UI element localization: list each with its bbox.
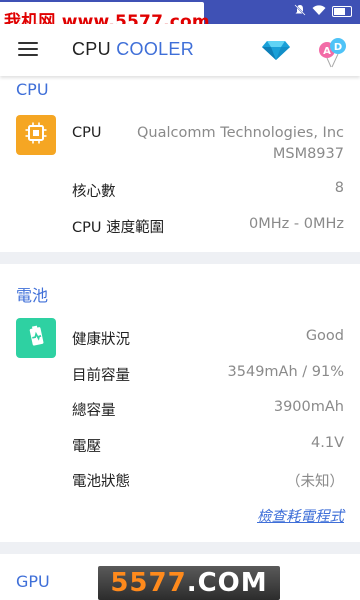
- cpu-vendor-value: Qualcomm Technologies, Inc: [136, 125, 344, 141]
- app-title: CPU COOLER: [72, 39, 194, 60]
- section-title-gpu: GPU: [16, 572, 50, 591]
- diamond-icon[interactable]: [261, 39, 291, 61]
- menu-icon[interactable]: [18, 42, 38, 58]
- bottom-watermark-logo: 5577.COM: [98, 566, 280, 600]
- total-capacity-label: 總容量: [72, 403, 116, 419]
- ad-letter-a: A: [323, 46, 331, 57]
- wifi-icon: [312, 4, 326, 19]
- mute-icon: [294, 4, 306, 19]
- ad-letter-d: D: [334, 42, 342, 53]
- chip-icon: [24, 121, 48, 149]
- cpu-speed-value: 0MHz - 0MHz: [249, 216, 344, 232]
- status-icons: [294, 4, 352, 19]
- current-capacity-label: 目前容量: [72, 368, 130, 384]
- section-title-cpu: CPU: [16, 80, 49, 99]
- cpu-badge: [16, 115, 56, 155]
- battery-status-label: 電池狀態: [72, 474, 130, 490]
- ad-balloon-icon[interactable]: A D: [316, 36, 348, 68]
- cpu-model-value: MSM8937: [272, 146, 344, 162]
- bottom-watermark-suffix: .COM: [186, 568, 268, 598]
- health-label: 健康狀況: [72, 332, 130, 348]
- battery-icon: [332, 6, 352, 17]
- check-power-apps-link[interactable]: 檢查耗電程式: [257, 505, 344, 526]
- core-count-label: 核心數: [72, 184, 116, 200]
- health-value: Good: [305, 328, 344, 344]
- total-capacity-value: 3900mAh: [273, 399, 344, 415]
- app-title-cooler: COOLER: [116, 39, 195, 59]
- app-bar: CPU COOLER A D: [0, 24, 360, 76]
- core-count-value: 8: [334, 180, 344, 196]
- current-capacity-value: 3549mAh / 91%: [227, 364, 344, 380]
- bottom-watermark-prefix: 5577: [110, 568, 187, 598]
- battery-status-value: （未知）: [286, 474, 344, 490]
- voltage-value: 4.1V: [311, 435, 344, 451]
- battery-health-icon: [24, 324, 48, 352]
- cpu-card: CPU CPU Qualcomm Technologies, Inc MSM89…: [0, 76, 360, 252]
- voltage-label: 電壓: [72, 439, 101, 455]
- cpu-speed-label: CPU 速度範圍: [72, 220, 165, 236]
- cpu-label: CPU: [72, 125, 102, 141]
- battery-badge: [16, 318, 56, 358]
- battery-card: 電池 健康狀況 Good 目前容量 3549mAh / 91% 總容量 3900…: [0, 264, 360, 542]
- section-title-battery: 電池: [16, 286, 49, 305]
- app-title-cpu: CPU: [72, 39, 111, 59]
